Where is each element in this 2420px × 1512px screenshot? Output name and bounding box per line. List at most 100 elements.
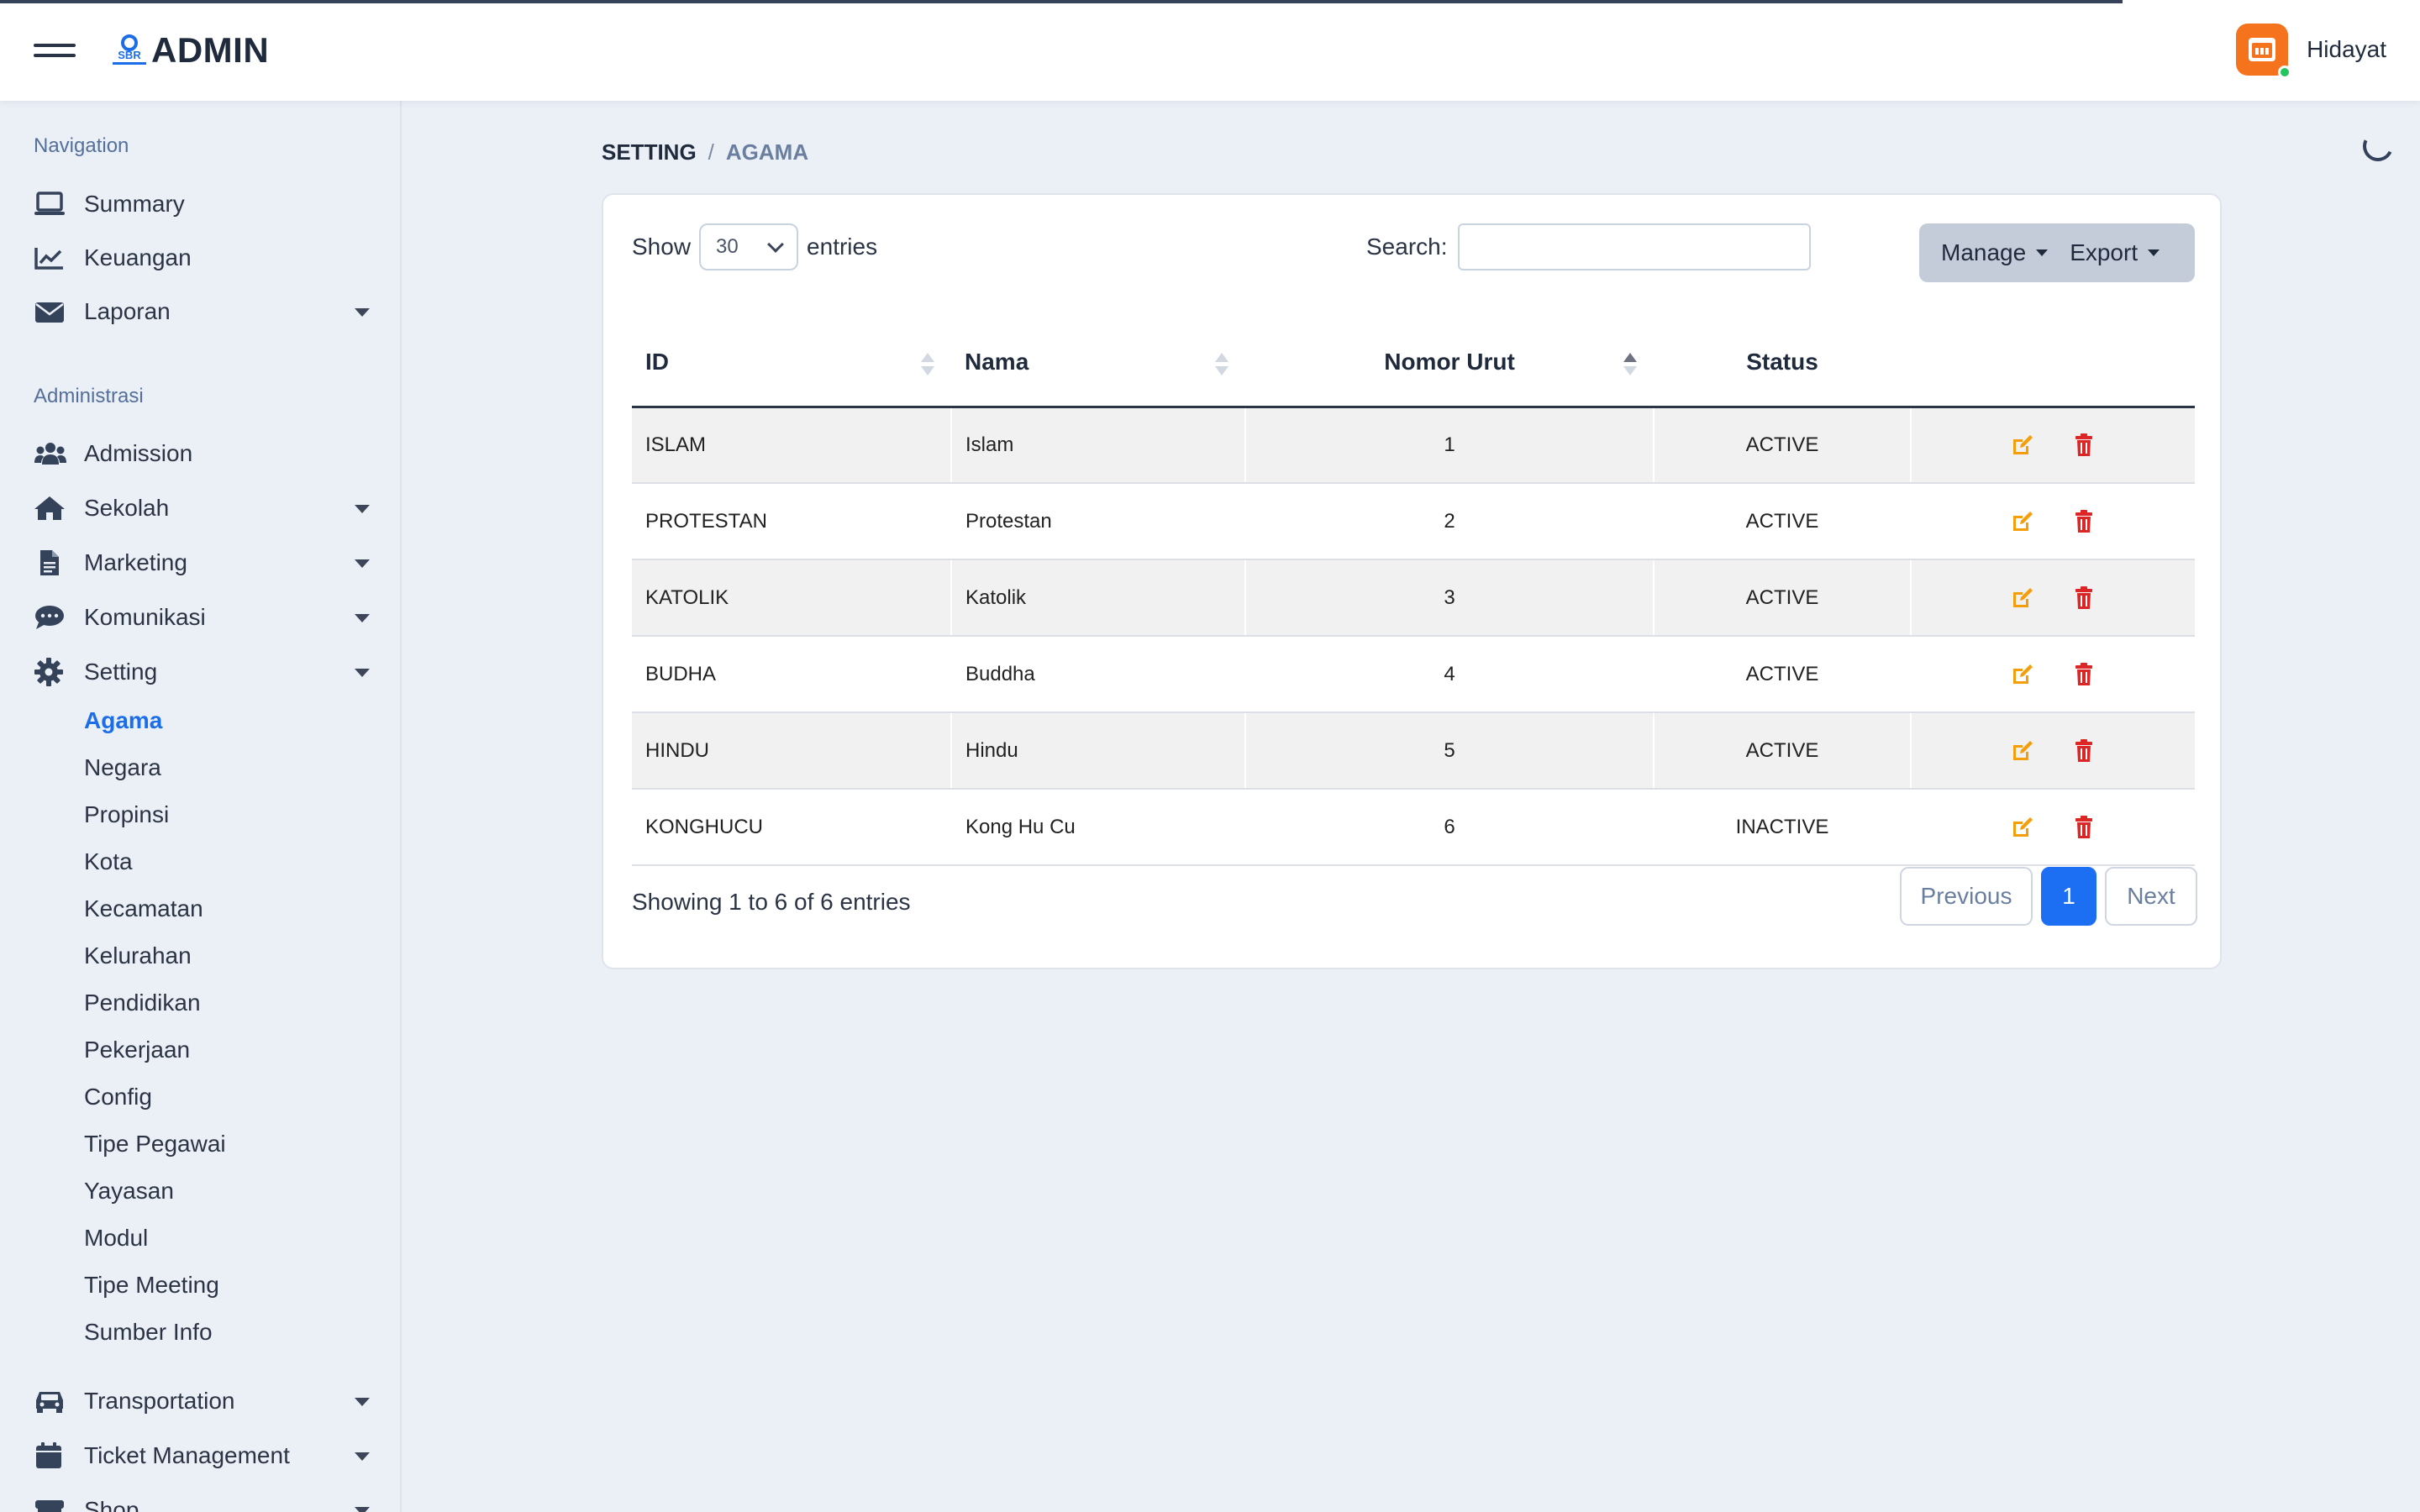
breadcrumb-separator: / [708,139,714,165]
column-header-nomor-urut[interactable]: Nomor Urut [1245,319,1654,408]
chevron-down-icon [355,669,370,677]
column-header-status[interactable]: Status [1654,319,1911,408]
pagination: Previous 1 Next [1900,867,2197,926]
trash-icon[interactable] [2071,662,2096,687]
sidebar-item-marketing[interactable]: Marketing [34,542,370,584]
cell-id: ISLAM [632,407,952,484]
page-1-button[interactable]: 1 [2041,867,2096,926]
cell-nama: Buddha [951,636,1246,713]
cell-status: ACTIVE [1654,712,1912,790]
sidebar-subitem-pendidikan[interactable]: Pendidikan [84,990,201,1016]
breadcrumb-setting[interactable]: SETTING [602,139,697,165]
trash-icon[interactable] [2071,738,2096,764]
sidebar-subitem-kecamatan[interactable]: Kecamatan [84,895,203,922]
sidebar-subitem-agama[interactable]: Agama [84,707,162,734]
cell-nomor-urut: 2 [1245,483,1655,560]
sidebar-item-label: Setting [84,659,158,685]
brand-logo-icon: SBR [113,34,146,65]
sidebar-subitem-negara[interactable]: Negara [84,754,161,781]
cell-nama: Katolik [951,559,1246,637]
sidebar-item-admission[interactable]: Admission [34,433,370,475]
column-header-label: Nama [965,349,1029,375]
search-control: Search: [1366,223,1811,270]
sidebar-subitem-yayasan[interactable]: Yayasan [84,1178,174,1205]
trash-icon[interactable] [2071,585,2096,611]
column-header-actions [1911,319,2195,408]
sidebar-item-ticket-management[interactable]: Ticket Management [34,1435,370,1477]
sidebar-item-laporan[interactable]: Laporan [34,291,370,333]
sidebar-item-keuangan[interactable]: Keuangan [34,237,370,279]
export-dropdown-button[interactable]: Export [2048,223,2160,282]
sidebar-item-sekolah[interactable]: Sekolah [34,487,370,529]
sidebar-subitem-sumber-info[interactable]: Sumber Info [84,1319,213,1346]
sidebar-item-komunikasi[interactable]: Komunikasi [34,596,370,638]
sidebar-item-summary[interactable]: Summary [34,183,370,225]
avatar[interactable] [2236,24,2292,79]
edit-icon[interactable] [2010,585,2035,611]
online-status-dot [2278,66,2292,79]
export-label: Export [2070,239,2139,265]
table-row: HINDU Hindu 5 ACTIVE [632,712,2195,790]
cell-status: ACTIVE [1654,559,1912,637]
caret-down-icon [2036,249,2049,256]
edit-icon[interactable] [2010,738,2035,764]
search-label: Search: [1366,234,1448,260]
previous-page-button[interactable]: Previous [1900,867,2033,926]
sidebar-subitem-kelurahan[interactable]: Kelurahan [84,942,192,969]
user-menu[interactable]: Hidayat [2236,24,2386,79]
cell-nama: Islam [951,407,1246,484]
chevron-down-icon [355,308,370,317]
section-administrasi: Administrasi [34,385,144,407]
sidebar-item-label: Keuangan [84,244,192,270]
edit-icon[interactable] [2010,509,2035,534]
sidebar-subitem-propinsi[interactable]: Propinsi [84,801,169,828]
menu-toggle-icon[interactable] [34,40,76,60]
sidebar-item-setting[interactable]: Setting [34,651,370,693]
table-info: Showing 1 to 6 of 6 entries [632,889,911,915]
cell-id: KONGHUCU [632,789,952,866]
sidebar-item-label: Komunikasi [84,604,206,630]
sidebar-item-transportation[interactable]: Transportation [34,1380,370,1422]
column-header-id[interactable]: ID [632,319,951,408]
breadcrumb-current: AGAMA [725,139,809,165]
trash-icon[interactable] [2071,433,2096,458]
next-page-button[interactable]: Next [2105,867,2197,926]
manage-dropdown-button[interactable]: Manage [1919,223,2049,282]
sidebar-item-shop[interactable]: Shop [34,1489,370,1512]
sidebar-subitem-pekerjaan[interactable]: Pekerjaan [84,1037,190,1063]
data-table-card: Show 30 entries Search: Manage Export ID [602,193,2222,969]
trash-icon[interactable] [2071,815,2096,840]
home-icon [34,493,67,523]
cell-status: INACTIVE [1654,789,1912,866]
sidebar-subitem-tipe-pegawai[interactable]: Tipe Pegawai [84,1131,226,1158]
store-avatar-icon [2249,38,2276,61]
chevron-down-icon [355,1398,370,1406]
sidebar-item-label: Shop [84,1497,139,1512]
brand[interactable]: SBR ADMIN [111,30,269,71]
trash-icon[interactable] [2071,509,2096,534]
cell-status: ACTIVE [1654,483,1912,560]
table-row: KONGHUCU Kong Hu Cu 6 INACTIVE [632,789,2195,866]
show-label: Show [632,234,692,260]
table-row: BUDHA Buddha 4 ACTIVE [632,636,2195,713]
chevron-down-icon [355,1452,370,1461]
sidebar-subitem-config[interactable]: Config [84,1084,152,1110]
sidebar: Navigation Summary Keuangan Laporan Admi… [0,101,402,1512]
top-progress-bar [0,0,2123,3]
sidebar-subitem-tipe-meeting[interactable]: Tipe Meeting [84,1272,219,1299]
entries-select[interactable]: 30 [699,223,799,270]
gear-icon [34,657,67,687]
edit-icon[interactable] [2010,815,2035,840]
edit-icon[interactable] [2010,433,2035,458]
cell-status: ACTIVE [1654,636,1912,713]
table-row: KATOLIK Katolik 3 ACTIVE [632,559,2195,637]
search-input[interactable] [1457,223,1811,270]
cell-nama: Hindu [951,712,1246,790]
edit-icon[interactable] [2010,662,2035,687]
chevron-down-icon [355,614,370,622]
cell-actions [1911,559,2195,637]
column-header-nama[interactable]: Nama [951,319,1245,408]
sidebar-subitem-modul[interactable]: Modul [84,1225,148,1252]
cell-id: KATOLIK [632,559,952,637]
sidebar-subitem-kota[interactable]: Kota [84,848,133,875]
